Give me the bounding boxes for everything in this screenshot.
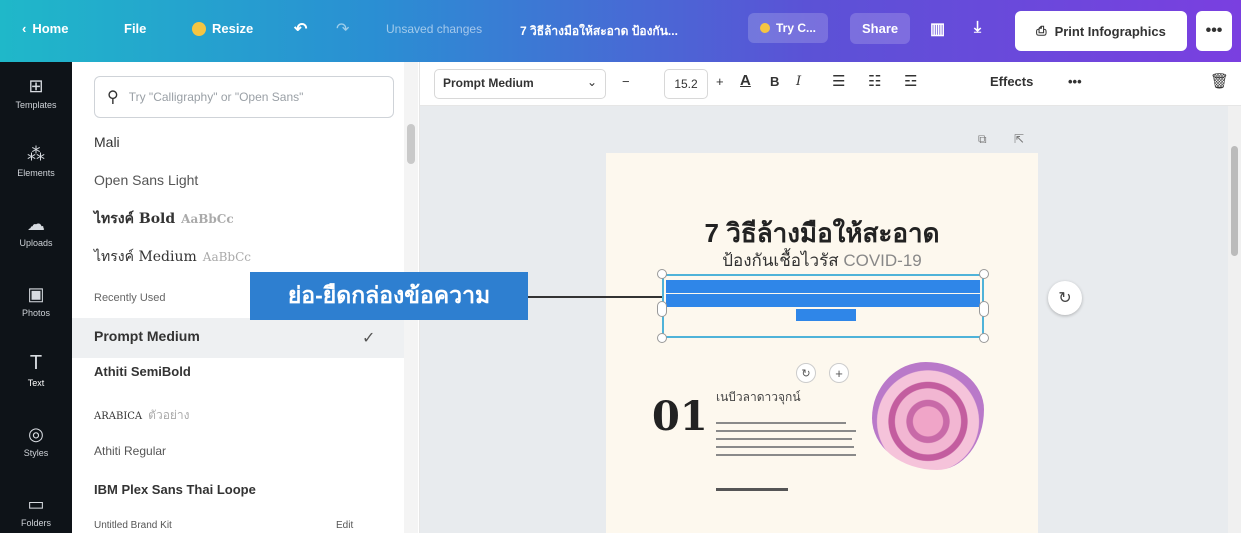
top-bar: ‹ Home File Resize ↶ ↷ Unsaved changes 7… [0,0,1241,62]
chevron-left-icon: ‹ [22,21,27,36]
redo-icon[interactable]: ↷ [336,19,349,39]
photos-icon: ▣ [27,284,45,304]
design-page[interactable]: 7 วิธีล้างมือให้สะอาด ป้องกันเชื้อไวรัส … [606,153,1038,533]
font-option[interactable]: Open Sans Light [94,172,198,188]
text-box-selection[interactable] [662,274,984,338]
duplicate-page-icon[interactable]: ⧉ [978,132,987,147]
body-text-line [716,422,846,424]
virus-illustration[interactable] [872,362,984,470]
brand-kit-row[interactable]: Untitled Brand Kit Edit [72,520,420,533]
font-option[interactable]: IBM Plex Sans Thai Loope [94,482,256,497]
home-button[interactable]: ‹ Home [22,21,68,36]
resize-button[interactable]: Resize [192,21,253,36]
resize-handle[interactable] [979,333,989,343]
refresh-icon[interactable]: ↻ [1048,281,1082,315]
scrollbar-thumb[interactable] [1231,146,1238,256]
resize-handle[interactable] [657,333,667,343]
font-option[interactable]: ไทรงค์ Bold AaBbCc [94,208,234,230]
more-options-button[interactable]: ••• [1196,11,1232,51]
font-option-selected[interactable]: Prompt Medium [94,328,200,344]
sidebar-item-uploads[interactable]: ☁ Uploads [0,214,72,248]
body-text-line [716,438,852,440]
canvas-scrollbar[interactable] [1228,106,1241,533]
search-icon: ⚲ [107,89,119,106]
crown-icon [192,21,206,36]
font-option[interactable]: Athiti Regular [94,444,166,458]
sidebar-item-text[interactable]: T Text [0,352,72,388]
print-infographics-button[interactable]: ⎙ Print Infographics [1015,11,1187,51]
upload-icon: ☁ [27,214,45,234]
font-size-input[interactable]: 15.2 [664,69,708,99]
print-icon: ⎙ [1036,23,1047,38]
trash-icon[interactable]: 🗑 [1210,72,1229,90]
resize-handle[interactable] [657,269,667,279]
decrease-size-button[interactable]: − [622,74,630,89]
scrollbar-thumb[interactable] [407,124,415,164]
text-icon: T [29,352,43,374]
file-menu[interactable]: File [124,21,146,36]
body-text-line [716,430,856,432]
text-color-button[interactable]: A [740,72,751,89]
list-icon[interactable]: ☷ [868,72,881,90]
resize-handle[interactable] [979,269,989,279]
rotate-icon[interactable]: ↻ [796,363,816,383]
recently-used-label: Recently Used [94,292,166,304]
checkmark-icon: ✓ [362,330,376,347]
body-text-line [716,446,854,448]
increase-size-button[interactable]: + [716,74,724,89]
font-search-input[interactable]: ⚲ Try "Calligraphy" or "Open Sans" [94,76,394,118]
insights-icon[interactable]: ▥ [930,19,945,39]
sidebar-item-elements[interactable]: ⁂ Elements [0,144,72,178]
font-option[interactable]: ARABICA ตัวอย่าง [94,406,190,425]
sidebar-item-styles[interactable]: ◎ Styles [0,424,72,458]
chevron-down-icon: ⌄ [586,75,597,89]
resize-handle-side[interactable] [979,301,989,317]
spacing-icon[interactable]: ☲ [904,72,917,90]
document-title[interactable]: 7 วิธีล้างมือให้สะอาด ป้องกัน... [520,22,678,41]
body-text-line [716,454,856,456]
font-option[interactable]: Mali [94,134,120,150]
step-title[interactable]: เนบีวลาดาวจุกน์ [716,388,801,407]
crown-icon [760,23,770,33]
callout-label: ย่อ-ยืดกล่องข้อความ [250,272,528,320]
bold-button[interactable]: B [770,74,779,89]
resize-handle-side[interactable] [657,301,667,317]
step-number[interactable]: 01 [652,393,708,440]
add-element-icon[interactable]: + [829,363,849,383]
italic-button[interactable]: I [796,74,801,89]
template-icon: ⊞ [28,76,44,96]
sidebar-item-photos[interactable]: ▣ Photos [0,284,72,318]
effects-button[interactable]: Effects [990,74,1033,89]
align-center-icon[interactable]: ☰ [832,72,845,90]
font-option[interactable]: ไทรงค์ Medium AaBbCc [94,246,251,268]
download-icon[interactable]: ⤓ [974,19,981,37]
left-sidebar: ⊞ Templates ⁂ Elements ☁ Uploads ▣ Photo… [0,62,72,533]
font-option[interactable]: Athiti SemiBold [94,364,191,379]
page-subtitle[interactable]: ป้องกันเชื้อไวรัส COVID-19 [606,247,1038,274]
share-button[interactable]: Share [850,13,911,44]
add-page-icon[interactable]: ⇱ [1014,132,1024,146]
elements-icon: ⁂ [27,144,45,164]
unsaved-status: Unsaved changes [386,22,483,36]
callout-connector [528,296,662,298]
sidebar-item-folders[interactable]: ▭ Folders [0,494,72,528]
undo-icon[interactable]: ↶ [294,19,307,39]
sidebar-item-templates[interactable]: ⊞ Templates [0,76,72,110]
styles-icon: ◎ [28,424,44,444]
font-family-dropdown[interactable]: Prompt Medium ⌄ [434,69,606,99]
text-toolbar: Prompt Medium ⌄ − 15.2 + A B I ☰ ☷ ☲ Eff… [420,62,1241,106]
folder-icon: ▭ [27,494,45,514]
divider-line [716,488,788,491]
more-toolbar-button[interactable]: ••• [1068,74,1082,89]
try-pro-button[interactable]: Try C... [748,13,829,43]
